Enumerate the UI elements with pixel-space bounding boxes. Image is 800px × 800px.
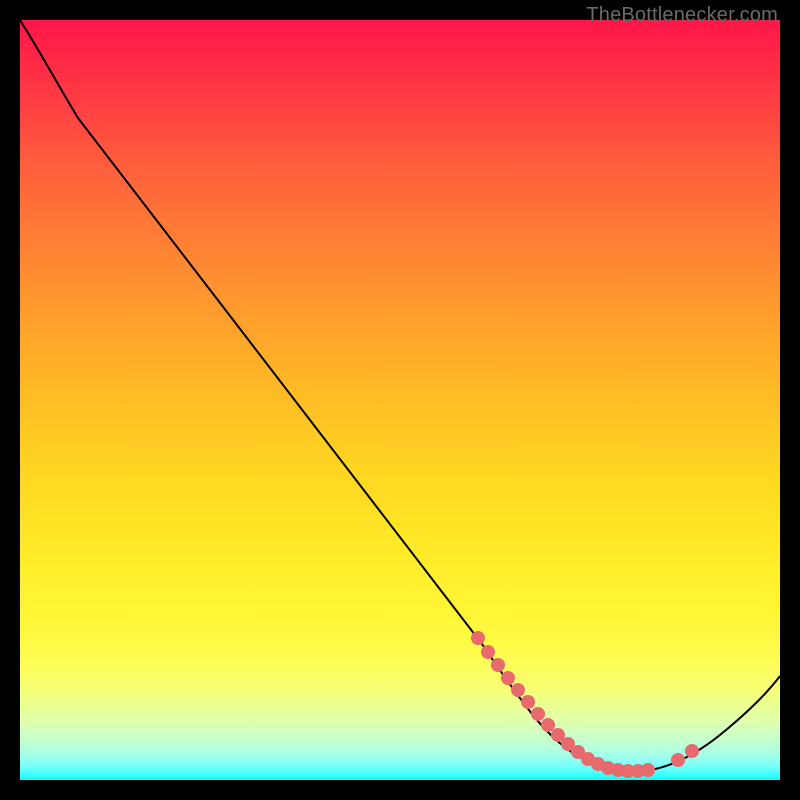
watermark-text: TheBottlenecker.com [586,4,778,27]
chart-frame: TheBottlenecker.com [0,0,800,800]
plot-background [20,20,780,780]
